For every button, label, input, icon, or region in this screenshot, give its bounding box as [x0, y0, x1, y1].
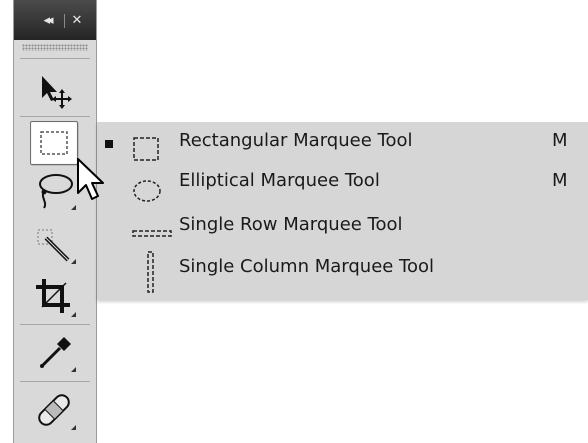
magic-wand-tool-button[interactable]	[30, 222, 78, 266]
tool-divider	[20, 381, 90, 382]
move-tool-button[interactable]	[30, 68, 78, 112]
menu-item-elliptical-marquee[interactable]: Elliptical Marquee Tool M	[97, 164, 588, 204]
menu-item-shortcut: M	[552, 170, 568, 191]
rectangular-marquee-tool-button[interactable]	[30, 121, 78, 165]
move-icon	[42, 76, 72, 109]
close-icon[interactable]: ✕	[69, 13, 85, 29]
titlebar-divider	[64, 14, 65, 28]
menu-item-rectangular-marquee[interactable]: Rectangular Marquee Tool M	[97, 124, 588, 164]
menu-item-label: Elliptical Marquee Tool	[179, 170, 380, 191]
submenu-indicator	[71, 367, 76, 372]
submenu-indicator	[71, 312, 76, 317]
lasso-tool-button[interactable]	[30, 168, 78, 212]
menu-item-label: Single Column Marquee Tool	[179, 256, 435, 277]
tools-panel: ◂◂ ✕	[13, 0, 97, 443]
tool-divider	[20, 116, 90, 117]
rectangular-marquee-icon	[133, 137, 159, 161]
single-row-marquee-icon	[132, 230, 172, 237]
healing-brush-tool-button[interactable]	[30, 388, 78, 432]
rectangular-marquee-icon	[40, 131, 68, 155]
single-column-marquee-icon	[147, 251, 154, 293]
eyedropper-tool-button[interactable]	[30, 330, 78, 374]
menu-item-single-row-marquee[interactable]: Single Row Marquee Tool	[97, 208, 588, 248]
tool-divider	[20, 324, 90, 325]
selected-indicator	[105, 140, 113, 148]
marquee-tools-flyout-menu: Rectangular Marquee Tool M Elliptical Ma…	[97, 122, 588, 300]
mouse-pointer-icon	[77, 158, 104, 200]
submenu-indicator	[71, 259, 76, 264]
panel-titlebar[interactable]: ◂◂ ✕	[14, 0, 96, 40]
menu-item-shortcut: M	[552, 130, 568, 151]
collapse-icon[interactable]: ◂◂	[36, 13, 58, 29]
elliptical-marquee-icon	[133, 180, 161, 202]
menu-item-label: Rectangular Marquee Tool	[179, 130, 413, 151]
submenu-indicator	[71, 425, 76, 430]
menu-item-single-column-marquee[interactable]: Single Column Marquee Tool	[97, 250, 588, 293]
menu-item-label: Single Row Marquee Tool	[179, 214, 403, 235]
crop-tool-button[interactable]	[30, 275, 78, 319]
tool-divider	[20, 58, 90, 59]
panel-grip[interactable]	[22, 44, 88, 51]
